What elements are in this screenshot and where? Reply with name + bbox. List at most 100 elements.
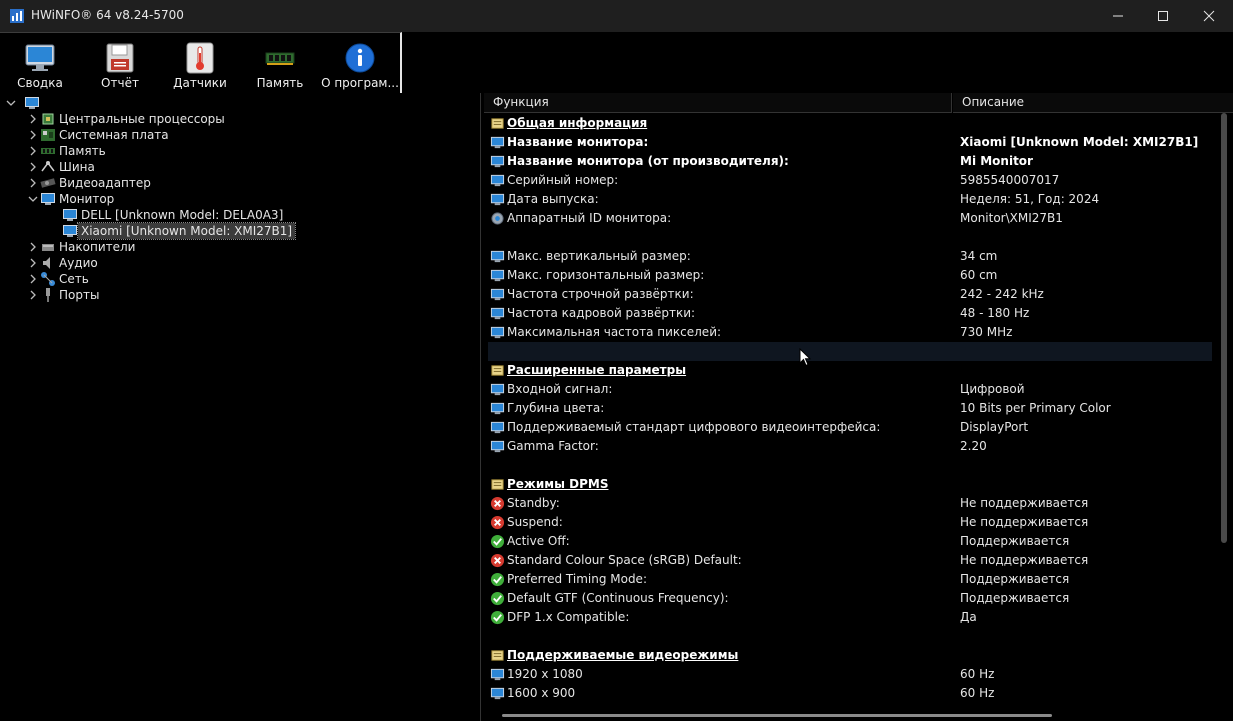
toolbar-group: Сводка Отчёт Датчики Память О програм... — [0, 32, 402, 93]
detail-row[interactable]: Gamma Factor: 2.20 — [488, 437, 1212, 456]
vertical-scrollbar[interactable] — [1221, 113, 1227, 543]
row-value: Не поддерживается — [960, 515, 1089, 529]
row-function: Preferred Timing Mode: — [507, 572, 647, 586]
detail-row[interactable]: Макс. горизонтальный размер: 60 cm — [488, 266, 1212, 285]
chevron-right-icon[interactable] — [28, 289, 38, 301]
chevron-down-icon[interactable] — [28, 193, 38, 205]
row-function: Standard Colour Space (sRGB) Default: — [507, 553, 742, 567]
detail-row[interactable]: 1600 x 900 60 Hz — [488, 684, 1212, 703]
report-floppy-icon — [106, 43, 134, 73]
memory-label: Память — [256, 76, 304, 90]
chevron-down-icon[interactable] — [6, 97, 16, 109]
tree-item-label: Центральные процессоры — [59, 112, 225, 126]
sensors-label: Датчики — [173, 76, 227, 90]
minimize-icon — [1113, 15, 1123, 17]
details-pane[interactable]: Функция Описание Общая информация Названи… — [484, 93, 1233, 721]
row-value: Да — [960, 610, 977, 624]
chevron-right-icon[interactable] — [28, 177, 38, 189]
detail-row[interactable]: Входной сигнал: Цифровой — [488, 380, 1212, 399]
detail-row[interactable]: Дата выпуска: Неделя: 51, Год: 2024 — [488, 190, 1212, 209]
tree-item-label: Память — [59, 144, 106, 158]
detail-row[interactable]: Поддерживаемый стандарт цифрового видеои… — [488, 418, 1212, 437]
row-value: 5985540007017 — [960, 173, 1060, 187]
row-function: Макс. горизонтальный размер: — [507, 268, 705, 282]
computer-icon — [25, 97, 39, 109]
row-function: Частота кадровой развёртки: — [507, 306, 696, 320]
detail-row[interactable]: Standby: Не поддерживается — [488, 494, 1212, 513]
detail-row[interactable]: Default GTF (Continuous Frequency): Подде… — [488, 589, 1212, 608]
detail-row[interactable]: Название монитора (от производителя): Mi … — [488, 152, 1212, 171]
title-bar[interactable]: HWiNFO® 64 v8.24-5700 — [0, 0, 1233, 32]
chevron-right-icon[interactable] — [28, 145, 38, 157]
detail-row[interactable]: Глубина цвета: 10 Bits per Primary Color — [488, 399, 1212, 418]
ports-icon — [46, 288, 50, 302]
chevron-right-icon[interactable] — [28, 257, 38, 269]
motherboard-icon — [41, 129, 55, 141]
row-value: 730 MHz — [960, 325, 1013, 339]
window-title: HWiNFO® 64 v8.24-5700 — [31, 8, 184, 22]
row-value: Mi Monitor — [960, 154, 1033, 168]
tree-item-label: Шина — [59, 160, 95, 174]
detail-row[interactable]: DFP 1.x Compatible: Да — [488, 608, 1212, 627]
column-header-function[interactable]: Функция — [484, 93, 952, 113]
bus-icon — [41, 161, 55, 172]
close-button[interactable] — [1186, 0, 1232, 32]
horizontal-scrollbar[interactable] — [502, 714, 1052, 717]
row-value: 34 cm — [960, 249, 998, 263]
check-icon — [490, 591, 505, 606]
column-header-description[interactable]: Описание — [953, 93, 1233, 113]
row-value: DisplayPort — [960, 420, 1029, 434]
detail-row[interactable]: Active Off: Поддерживается — [488, 532, 1212, 551]
detail-row[interactable]: Максимальная частота пикселей: 730 MHz — [488, 323, 1212, 342]
chevron-right-icon[interactable] — [28, 241, 38, 253]
about-button[interactable]: О програм... — [320, 33, 400, 94]
report-button[interactable]: Отчёт — [80, 33, 160, 94]
monitor-icon — [490, 668, 505, 681]
chevron-right-icon[interactable] — [28, 161, 38, 173]
sensors-button[interactable]: Датчики — [160, 33, 240, 94]
detail-row[interactable]: Частота строчной развёртки: 242 - 242 kHz — [488, 285, 1212, 304]
row-function: Серийный номер: — [507, 173, 619, 187]
error-icon — [490, 496, 505, 511]
minimize-button[interactable] — [1095, 0, 1141, 32]
detail-row[interactable]: Standard Colour Space (sRGB) Default: Не … — [488, 551, 1212, 570]
row-value: 242 - 242 kHz — [960, 287, 1044, 301]
row-function: Поддерживаемые видеорежимы — [507, 648, 739, 662]
row-function: Глубина цвета: — [507, 401, 605, 415]
chevron-right-icon[interactable] — [28, 113, 38, 125]
monitor-icon — [490, 193, 505, 206]
about-label: О програм... — [321, 76, 399, 90]
monitor-icon — [490, 288, 505, 301]
row-value: 60 Hz — [960, 667, 995, 681]
summary-button[interactable]: Сводка — [0, 33, 80, 94]
section-header[interactable]: Расширенные параметры — [488, 361, 1212, 380]
summary-monitor-icon — [25, 44, 55, 71]
hwinfo-app-icon — [10, 9, 24, 23]
detail-row[interactable]: Макс. вертикальный размер: 34 cm — [488, 247, 1212, 266]
row-function: Частота строчной развёртки: — [507, 287, 694, 301]
monitor-icon — [490, 687, 505, 700]
detail-row[interactable]: Частота кадровой развёртки: 48 - 180 Hz — [488, 304, 1212, 323]
error-icon — [490, 553, 505, 568]
section-header[interactable]: Общая информация — [488, 114, 1212, 133]
maximize-button[interactable] — [1140, 0, 1186, 32]
chevron-right-icon[interactable] — [28, 273, 38, 285]
detail-row[interactable]: Suspend: Не поддерживается — [488, 513, 1212, 532]
detail-row[interactable]: Название монитора: Xiaomi [Unknown Model:… — [488, 133, 1212, 152]
memory-module-icon — [265, 52, 295, 65]
tree-item-label: DELL [Unknown Model: DELA0A3] — [81, 208, 284, 222]
device-tree[interactable]: Центральные процессоры Системная плата П… — [0, 93, 481, 721]
section-header[interactable]: Поддерживаемые видеорежимы — [488, 646, 1212, 665]
memory-button[interactable]: Память — [240, 33, 320, 94]
row-function: Default GTF (Continuous Frequency): — [507, 591, 729, 605]
tree-item-label: Аудио — [59, 256, 98, 270]
section-header[interactable]: Режимы DPMS — [488, 475, 1212, 494]
report-label: Отчёт — [101, 76, 139, 90]
chevron-right-icon[interactable] — [28, 129, 38, 141]
detail-row[interactable]: Аппаратный ID монитора: Monitor\XMI27B1 — [488, 209, 1212, 228]
monitor-icon — [490, 383, 505, 396]
monitor-icon — [490, 250, 505, 263]
detail-row[interactable]: 1920 x 1080 60 Hz — [488, 665, 1212, 684]
detail-row[interactable]: Preferred Timing Mode: Поддерживается — [488, 570, 1212, 589]
detail-row[interactable]: Серийный номер: 5985540007017 — [488, 171, 1212, 190]
